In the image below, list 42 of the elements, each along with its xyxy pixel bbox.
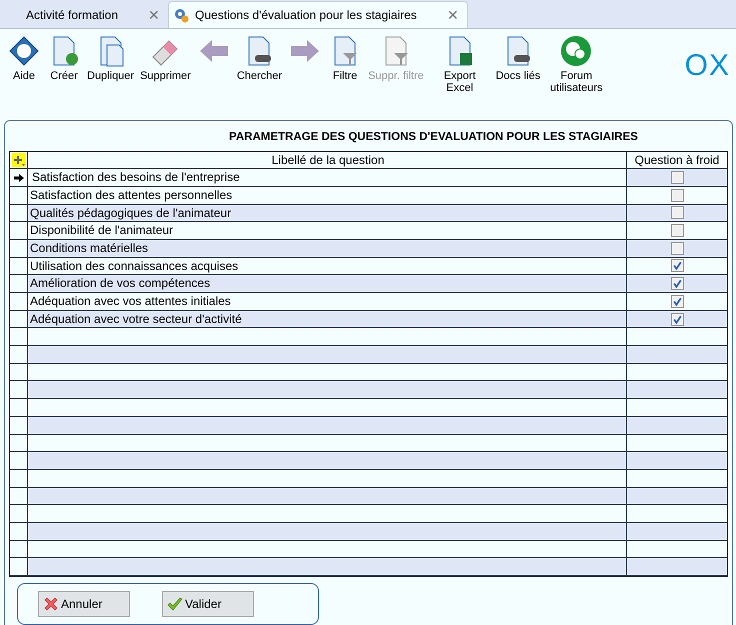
toolbar-button[interactable]: Export Excel (426, 35, 493, 94)
table-cell: Conditions matérielles (28, 240, 627, 257)
checkbox[interactable] (670, 188, 684, 202)
toolbar-button[interactable]: Dupliquer (84, 35, 138, 82)
toolbar-button[interactable]: Aide (4, 35, 44, 82)
table-cell: Utilisation des connaissances acquises (28, 258, 627, 274)
chat-icon (560, 35, 592, 68)
close-icon[interactable]: ✕ (148, 7, 160, 24)
checkbox[interactable] (670, 294, 684, 308)
tab[interactable]: Activité formation ✕ (4, 2, 168, 28)
table-cell: Disponibilité de l'animateur (28, 222, 627, 239)
close-icon[interactable]: ✕ (446, 7, 459, 24)
toolbar-button[interactable]: Docs liés (492, 35, 544, 82)
toolbar-button[interactable]: Filtre (325, 35, 366, 82)
tab[interactable]: Questions d'évaluation pour les stagiaires ✕ (168, 1, 468, 28)
help-icon (8, 35, 40, 68)
toolbar-button[interactable]: Forum utilisateurs (543, 35, 610, 94)
column-header: Question à froid (634, 152, 720, 168)
checkbox[interactable] (670, 224, 684, 238)
checkbox[interactable] (670, 259, 684, 272)
table-cell: Adéquation avec votre secteur d'activité (28, 310, 627, 328)
table-cell: Amélioration de vos compétences (28, 275, 627, 292)
checkbox[interactable] (670, 206, 684, 220)
checkbox[interactable] (670, 242, 684, 255)
check-icon (167, 596, 183, 612)
table-cell: Adéquation avec vos attentes initiales (28, 293, 627, 310)
logo: OX (684, 49, 730, 84)
column-header: Libellé de la question (28, 152, 627, 168)
gear-icon (173, 7, 190, 24)
table-cell: Satisfaction des attentes personnelles (28, 186, 627, 204)
cross-icon (43, 596, 59, 612)
validate-button[interactable]: Valider (162, 591, 254, 617)
toolbar-button[interactable]: Chercher (234, 35, 286, 82)
add-column-icon[interactable] (12, 152, 26, 167)
checkbox[interactable] (670, 277, 684, 290)
checkbox[interactable] (670, 312, 684, 326)
toolbar-button[interactable]: Supprimer (137, 35, 194, 82)
cancel-button[interactable]: Annuler (38, 591, 130, 617)
checkbox[interactable] (670, 171, 684, 184)
toolbar-button[interactable]: Créer (44, 35, 84, 82)
page-title: PARAMETRAGE DES QUESTIONS D'EVALUATION POUR LES STAGIAIRES (228, 130, 639, 144)
table-cell: Qualités pédagogiques de l'animateur (28, 204, 627, 222)
